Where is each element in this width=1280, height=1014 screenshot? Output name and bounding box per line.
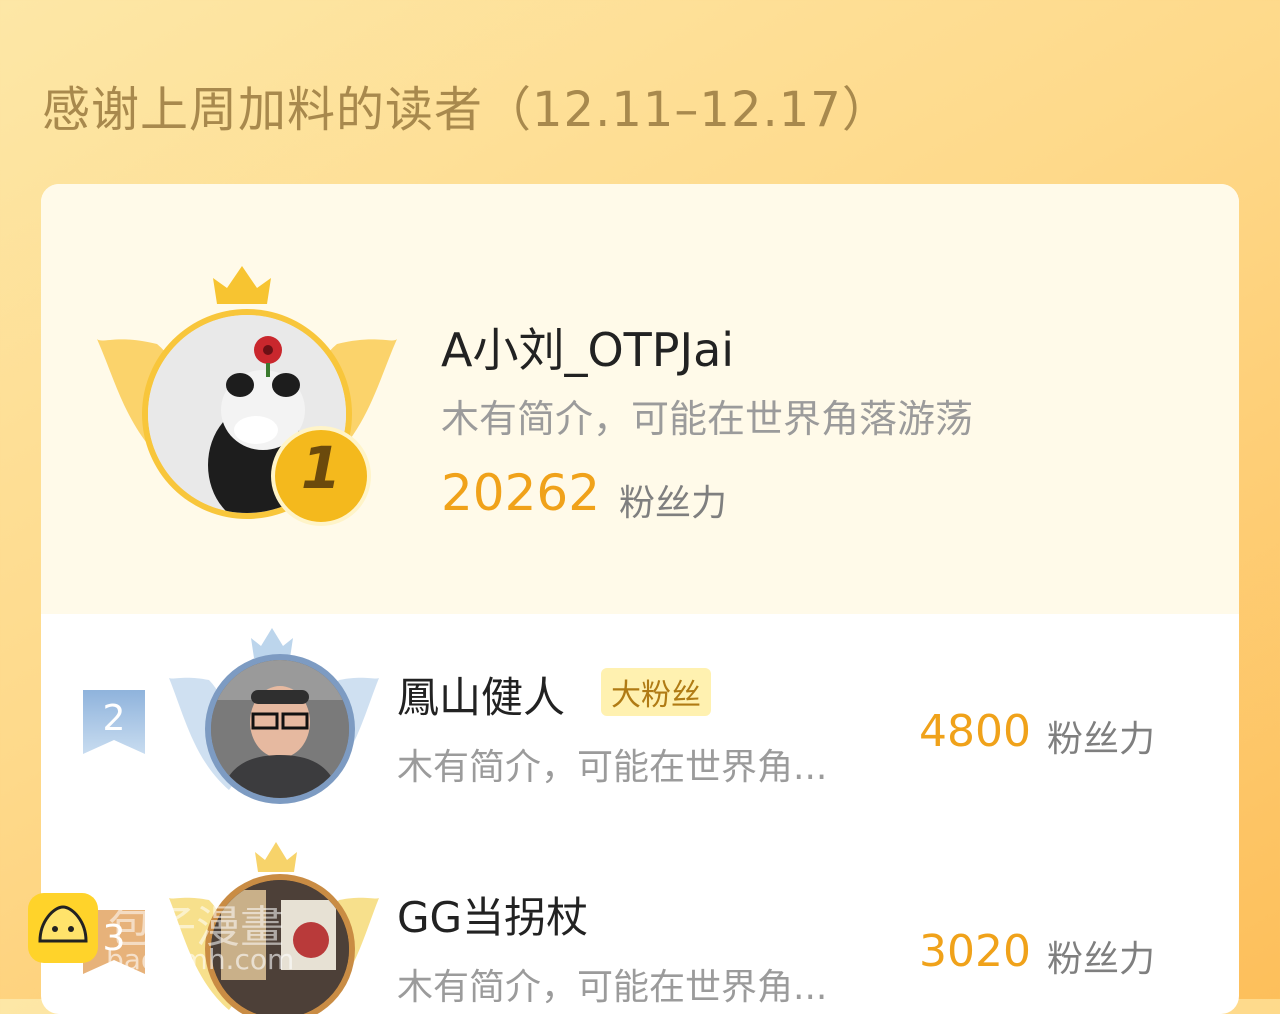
fan-level-badge: 大粉丝 bbox=[601, 668, 711, 716]
watermark-url: baozimh.com bbox=[106, 943, 295, 976]
avatar-man-image bbox=[211, 660, 349, 798]
bun-mascot-icon bbox=[28, 893, 98, 963]
reader-2-score-unit: 粉丝力 bbox=[1047, 719, 1156, 760]
reader-3-bio: 木有简介，可能在世界角... bbox=[397, 967, 828, 1008]
reader-3-name[interactable]: GG当拐杖 bbox=[397, 884, 588, 945]
reader-1-score-unit: 粉丝力 bbox=[619, 483, 728, 524]
crown-icon-bronze bbox=[255, 842, 297, 872]
reader-1-bio: 木有简介，可能在世界角落游荡 bbox=[441, 397, 974, 441]
reader-2-score: 4800 bbox=[919, 706, 1031, 757]
rank-2-number: 2 bbox=[102, 698, 126, 739]
reader-3-score: 3020 bbox=[919, 926, 1031, 977]
reader-2-name[interactable]: 鳳山健人 bbox=[397, 664, 565, 725]
watermark: 包子漫畫 baozimh.com bbox=[28, 893, 328, 983]
reader-3-score-unit: 粉丝力 bbox=[1047, 939, 1156, 980]
avatar[interactable] bbox=[211, 660, 349, 798]
crown-icon bbox=[213, 266, 271, 304]
rank-1-number: 1 bbox=[300, 434, 342, 502]
reader-2-bio: 木有简介，可能在世界角... bbox=[397, 747, 828, 788]
reader-1-score: 20262 bbox=[441, 464, 601, 522]
top-reader-section[interactable]: 1 A小刘_OTPJai 木有简介，可能在世界角落游荡 20262 粉丝力 bbox=[41, 184, 1239, 614]
reader-1-name[interactable]: A小刘_OTPJai bbox=[441, 314, 734, 380]
reader-row-2[interactable]: 2 鳳山健人 大粉丝 木有简介，可能在世界角... 4800 粉丝力 bbox=[41, 614, 1239, 824]
reader-ranking-card: 1 A小刘_OTPJai 木有简介，可能在世界角落游荡 20262 粉丝力 2 bbox=[41, 184, 1239, 1014]
page-title: 感谢上周加料的读者（12.11–12.17） bbox=[42, 82, 891, 138]
